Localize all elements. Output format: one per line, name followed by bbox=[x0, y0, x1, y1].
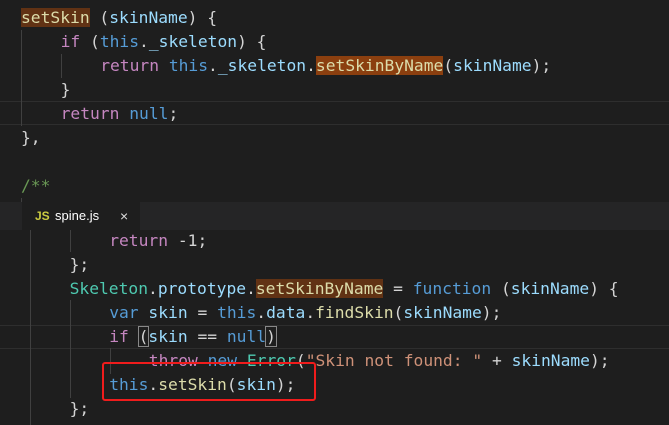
code-token: skinName bbox=[511, 351, 590, 370]
code-line: return -1; bbox=[109, 230, 207, 253]
code-token: } bbox=[60, 80, 71, 99]
code-token: findSkin bbox=[315, 303, 394, 322]
code-token: return bbox=[100, 56, 160, 75]
code-token: this bbox=[99, 32, 140, 51]
code-line: } bbox=[61, 78, 71, 102]
code-token: skinName bbox=[453, 56, 532, 75]
code-token: if bbox=[109, 327, 129, 346]
code-token: this bbox=[168, 56, 209, 75]
code-token: ) { bbox=[237, 32, 267, 51]
code-token: skinName bbox=[109, 8, 188, 27]
code-token: if bbox=[60, 32, 81, 51]
code-token: . bbox=[256, 303, 267, 322]
code-token: - bbox=[168, 231, 188, 250]
bottom-editor-pane[interactable]: return -1;}; Skeleton.prototype.setSkinBy… bbox=[0, 230, 669, 425]
indent-guide bbox=[70, 300, 71, 398]
code-token: . bbox=[305, 303, 316, 322]
code-token: ); bbox=[531, 56, 552, 75]
code-token: _skeleton bbox=[217, 56, 307, 75]
code-token: ( bbox=[443, 56, 454, 75]
code-token: ; bbox=[197, 231, 208, 250]
code-token: return bbox=[109, 231, 169, 250]
annotation-highlight-box bbox=[102, 362, 316, 401]
code-line: Skeleton.prototype.setSkinByName = funct… bbox=[70, 277, 619, 301]
code-token: function bbox=[412, 279, 492, 298]
code-line: return this._skeleton.setSkinByName(skin… bbox=[100, 54, 551, 78]
code-token: ) bbox=[265, 326, 277, 347]
code-token: ( bbox=[393, 303, 404, 322]
code-line: /** bbox=[21, 174, 50, 198]
code-token: . bbox=[208, 56, 218, 75]
code-token: prototype bbox=[157, 279, 247, 298]
code-line: }, bbox=[21, 126, 41, 150]
code-token: var bbox=[109, 303, 139, 322]
code-token: setSkin bbox=[21, 8, 90, 27]
tab-label: spine.js bbox=[55, 208, 100, 223]
code-token: _skeleton bbox=[148, 32, 238, 51]
code-token: setSkinByName bbox=[255, 279, 384, 298]
code-token: null bbox=[226, 327, 267, 346]
code-line: setSkin (skinName) { bbox=[21, 6, 217, 30]
code-token: this bbox=[217, 303, 257, 322]
top-editor-pane[interactable]: setSkin (skinName) {if (this._skeleton) … bbox=[0, 0, 669, 202]
tab-spine-js[interactable]: JS spine.js × bbox=[22, 202, 140, 230]
code-token: = bbox=[187, 303, 218, 322]
code-line: }; bbox=[70, 397, 90, 421]
code-token: ; bbox=[168, 104, 179, 123]
code-token: ( bbox=[80, 32, 100, 51]
code-token: . bbox=[139, 32, 149, 51]
code-token: . bbox=[246, 279, 256, 298]
code-line: return null; bbox=[61, 102, 179, 126]
code-token: }, bbox=[21, 128, 41, 147]
code-token: ); bbox=[589, 351, 610, 370]
code-token: return bbox=[60, 104, 120, 123]
code-token: "Skin not found: " bbox=[305, 351, 483, 370]
code-token: = bbox=[383, 279, 413, 298]
indent-guide bbox=[30, 230, 31, 425]
code-token: ) { bbox=[187, 8, 218, 27]
code-token: + bbox=[482, 351, 512, 370]
code-line: if (skin == null) bbox=[109, 325, 277, 349]
javascript-file-icon: JS bbox=[35, 209, 50, 223]
code-token: ) { bbox=[589, 279, 619, 298]
code-token: Skeleton bbox=[69, 279, 149, 298]
tab-bar: JS spine.js × bbox=[0, 202, 669, 230]
code-token: 1 bbox=[187, 231, 198, 250]
code-token: }; bbox=[69, 399, 90, 418]
code-token: data bbox=[266, 303, 306, 322]
indent-guide bbox=[70, 230, 71, 252]
close-icon[interactable]: × bbox=[120, 202, 128, 230]
code-token: ); bbox=[481, 303, 502, 322]
code-token: ( bbox=[137, 326, 150, 347]
current-line-highlight bbox=[0, 325, 669, 349]
code-token: == bbox=[187, 327, 227, 346]
code-token: skin bbox=[148, 303, 188, 322]
code-line: var skin = this.data.findSkin(skinName); bbox=[109, 301, 501, 325]
code-line: }; bbox=[70, 253, 90, 277]
code-line: if (this._skeleton) { bbox=[61, 30, 267, 54]
indent-guide bbox=[61, 54, 62, 78]
code-token: . bbox=[306, 56, 316, 75]
code-token: setSkinByName bbox=[315, 56, 444, 75]
code-token: ( bbox=[491, 279, 511, 298]
code-token: /** bbox=[21, 176, 51, 195]
code-token: skinName bbox=[510, 279, 590, 298]
code-token: skinName bbox=[403, 303, 482, 322]
code-token: skin bbox=[148, 327, 188, 346]
code-token: null bbox=[129, 104, 169, 123]
code-token: }; bbox=[69, 255, 90, 274]
code-token: . bbox=[148, 279, 158, 298]
indent-guide bbox=[21, 30, 22, 126]
code-token: ( bbox=[89, 8, 110, 27]
